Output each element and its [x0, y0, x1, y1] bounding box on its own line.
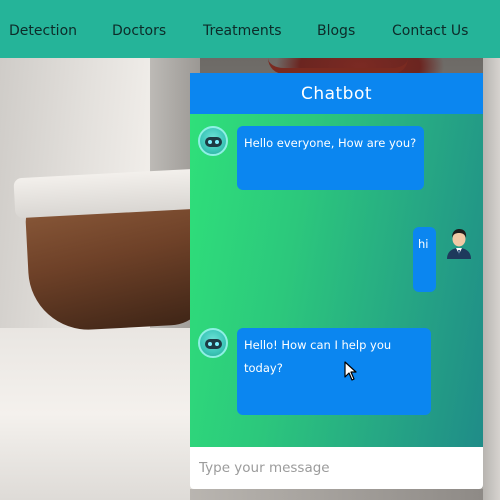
doctor-coat-right	[483, 58, 500, 500]
robot-icon	[198, 328, 228, 358]
user-avatar-icon	[447, 229, 471, 259]
message-input[interactable]	[190, 447, 483, 489]
nav-blogs[interactable]: Blogs	[317, 23, 355, 39]
robot-icon	[198, 126, 228, 156]
user-message-bubble: hi	[413, 227, 436, 292]
bot-message-bubble: Hello everyone, How are you?	[237, 126, 424, 190]
navbar: Detection Doctors Treatments Blogs Conta…	[0, 0, 500, 58]
user-message-text: hi	[418, 237, 429, 251]
mouse-cursor-icon	[344, 361, 357, 381]
bot-message-text: Hello everyone, How are you?	[244, 136, 417, 150]
nav-detection[interactable]: Detection	[9, 23, 77, 39]
nav-contact-us[interactable]: Contact Us	[392, 23, 468, 39]
background-strip	[190, 489, 483, 500]
bot-message-bubble: Hello! How can I help you today?	[237, 328, 431, 415]
stethoscope	[268, 58, 408, 74]
bot-message-text: Hello! How can I help you today?	[244, 338, 392, 375]
chatbot-title: Chatbot	[300, 83, 373, 104]
message-input-area	[190, 447, 483, 489]
chatbot-panel: Chatbot Hello everyone, How are you? hi	[190, 73, 483, 500]
doctor-arm	[24, 193, 212, 333]
chat-messages[interactable]: Hello everyone, How are you? hi Hello! H…	[190, 114, 483, 447]
nav-doctors[interactable]: Doctors	[112, 23, 166, 39]
chatbot-header: Chatbot	[190, 73, 483, 114]
doctor-coat-lower	[0, 328, 200, 500]
nav-treatments[interactable]: Treatments	[203, 23, 282, 39]
